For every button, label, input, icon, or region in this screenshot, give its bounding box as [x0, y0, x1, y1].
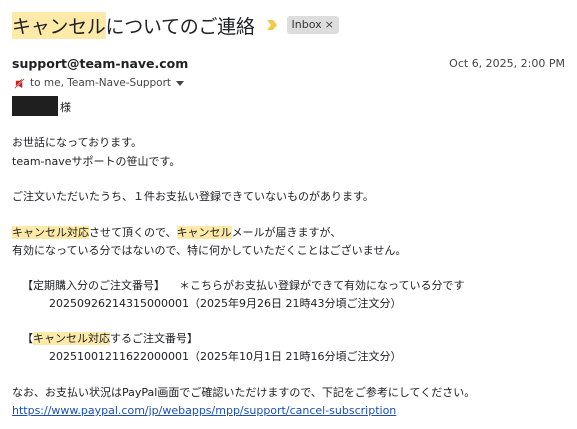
- highlight-text: キャンセル対応: [12, 226, 89, 239]
- redacted-name-block: [12, 96, 58, 116]
- recipients-row[interactable]: to me, Team-Nave-Support: [14, 76, 185, 90]
- section-note: ＊こちらがお支払い登録ができて有効になっている分です: [179, 279, 465, 292]
- email-subject: についてのご連絡: [105, 15, 255, 38]
- body-text: メールが届きますが、: [231, 226, 342, 239]
- section-heading: 【キャンセル対応するご注文番号】: [22, 332, 198, 346]
- section-heading-text: するご注文番号】: [110, 332, 198, 345]
- section-heading: 【定期購入分のご注文番号】 ＊こちらがお支払い登録ができて有効になっている分です: [22, 279, 464, 293]
- body-line: ご注文いただいたうち、１件お支払い登録できていないものがあります。: [12, 190, 374, 203]
- body-line: お世話になっております。: [12, 136, 143, 149]
- order-number: 20251001211622000001（2025年10月1日 21時16分頃ご…: [49, 350, 402, 363]
- section-heading-text: 【定期購入分のご注文番号】: [22, 279, 165, 292]
- highlight-text: キャンセル: [176, 226, 232, 239]
- muted-notification-icon: [14, 77, 25, 89]
- paypal-link[interactable]: https://www.paypal.com/jp/webapps/mpp/su…: [12, 404, 396, 418]
- body-line: team-naveサポートの笹山です。: [12, 155, 181, 168]
- body-line: なお、お支払い状況はPayPal画面でご確認いただけますので、下記をご参考にして…: [12, 386, 476, 399]
- greeting-honorific: 様: [60, 101, 71, 114]
- remove-label-icon[interactable]: ×: [325, 17, 334, 33]
- order-number: 20250926214315000001（2025年9月26日 21時43分頃ご…: [49, 297, 402, 310]
- body-line: 有効になっている分ではないので、特に何かしていただくことはございません。: [12, 244, 407, 257]
- subject-highlight: キャンセル: [12, 11, 106, 39]
- body-text: させて頂くので、: [89, 226, 177, 239]
- inbox-label-text: Inbox: [291, 18, 322, 31]
- section-heading-text: 【: [22, 332, 33, 345]
- recipients-text: to me, Team-Nave-Support: [30, 77, 172, 89]
- email-date: Oct 6, 2025, 2:00 PM: [449, 57, 565, 70]
- inbox-label-chip[interactable]: Inbox ×: [286, 16, 339, 34]
- email-subject-row: キャンセル についてのご連絡 Inbox ×: [12, 10, 339, 40]
- highlight-text: キャンセル対応: [33, 332, 110, 345]
- show-details-caret-icon[interactable]: [176, 80, 185, 86]
- sender-email[interactable]: support@team-nave.com: [12, 56, 188, 71]
- body-line: キャンセル対応させて頂くので、キャンセルメールが届きますが、: [12, 226, 341, 240]
- sender-row: support@team-nave.com Oct 6, 2025, 2:00 …: [12, 56, 565, 74]
- importance-marker-icon[interactable]: [265, 18, 279, 32]
